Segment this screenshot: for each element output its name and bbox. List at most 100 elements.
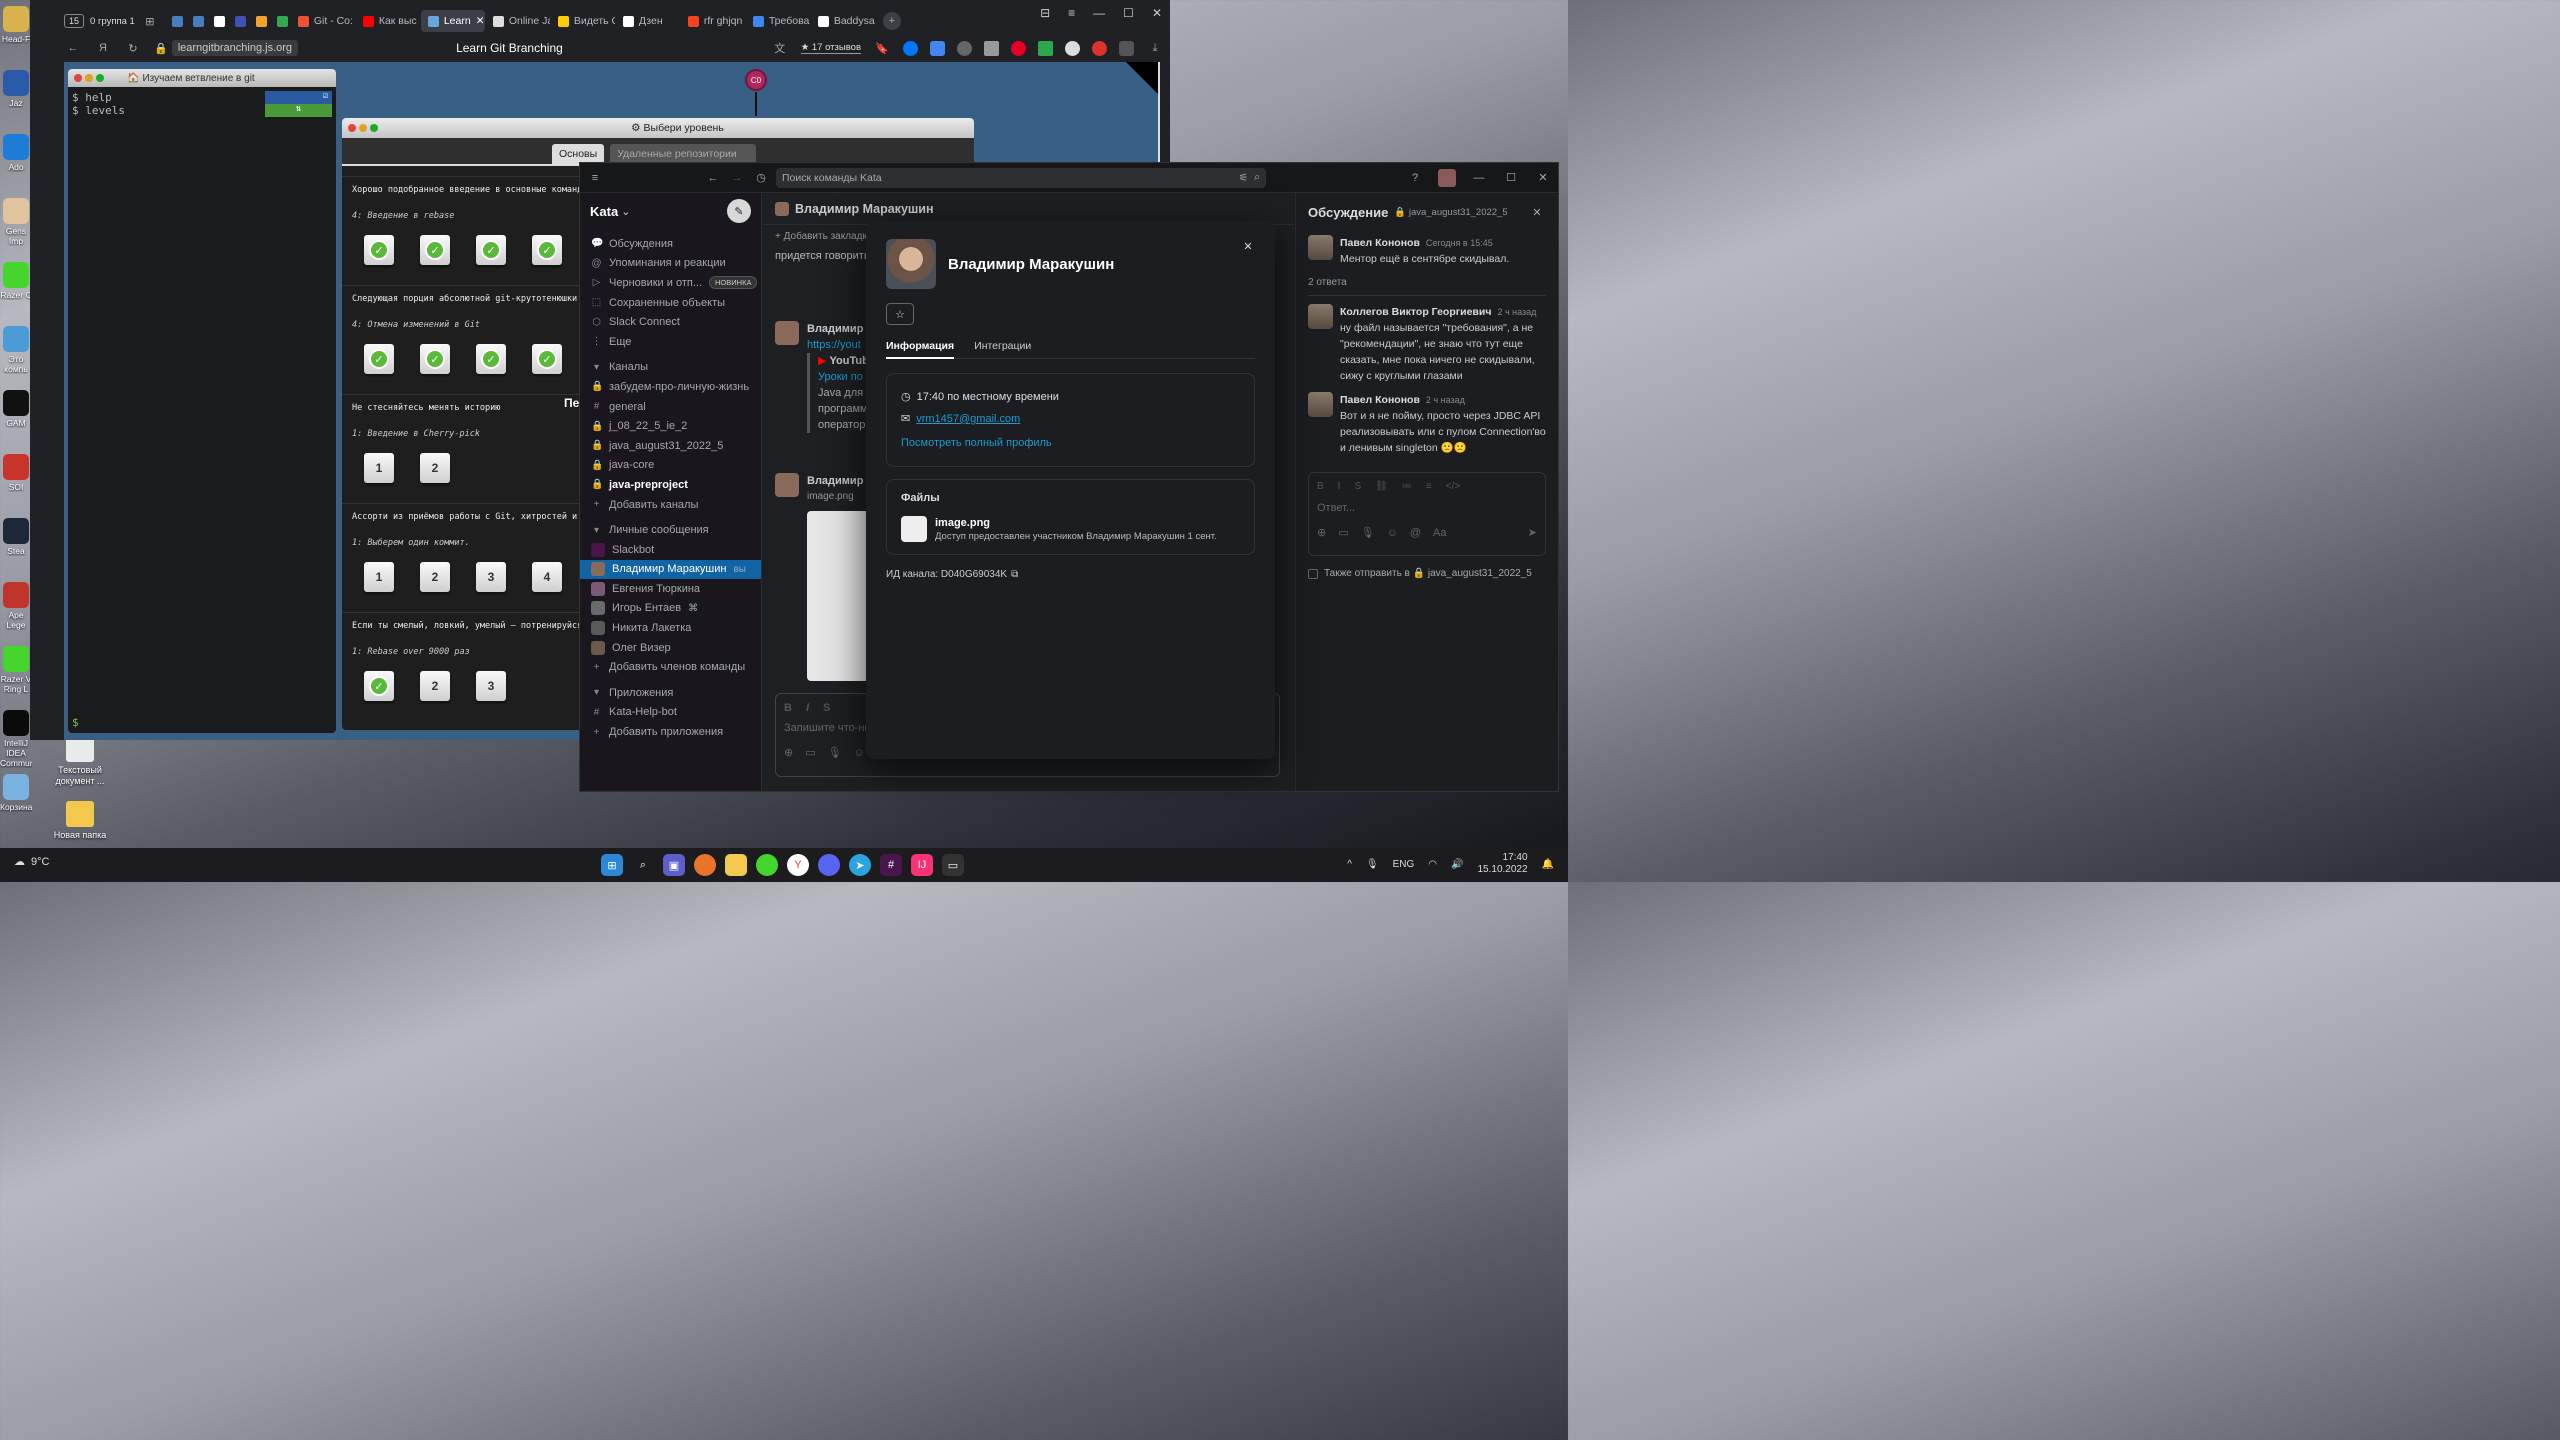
- thread-close-icon[interactable]: ✕: [1528, 203, 1546, 221]
- new-tab-icon[interactable]: +: [882, 12, 901, 30]
- browser-tab[interactable]: rfr ghjqn: [681, 10, 745, 32]
- message-time[interactable]: 2 ч назад: [1426, 395, 1465, 405]
- extensions-icon[interactable]: [1119, 40, 1134, 56]
- mic-tray-icon[interactable]: 🎙: [1366, 859, 1379, 870]
- file-name[interactable]: image.png: [935, 517, 1217, 529]
- tab-info[interactable]: Информация: [886, 335, 955, 359]
- sidebar-nav-item[interactable]: ⬚ Сохраненные объекты: [580, 293, 761, 313]
- slack-maximize-icon[interactable]: ☐: [1502, 169, 1520, 187]
- dialog-zoom-dot[interactable]: [370, 124, 378, 132]
- url-text[interactable]: learngitbranching.js.org: [171, 40, 299, 56]
- browser-tab[interactable]: [165, 10, 185, 32]
- app-orange-icon[interactable]: [694, 854, 716, 876]
- level-button[interactable]: 2: [420, 453, 450, 483]
- sidebar-channel[interactable]: 🔒 java-core: [580, 456, 761, 476]
- apps-header[interactable]: Приложения: [609, 687, 673, 699]
- channels-header[interactable]: Каналы: [609, 361, 648, 373]
- desktop-icon[interactable]: IntelliJ IDEA Communi...: [0, 710, 32, 768]
- thread-reply-box[interactable]: B I S ⛓ ≔ ≡ </> Ответ... ⊕ ▭ 🎙 ☺ @ Aa ➤: [1308, 472, 1546, 556]
- browser-tab[interactable]: Baddysa: [811, 10, 875, 32]
- yandex-icon[interactable]: Я: [94, 39, 112, 57]
- close-icon[interactable]: ✕: [1152, 6, 1162, 20]
- chart-ext-icon[interactable]: [1038, 40, 1053, 56]
- mention-icon[interactable]: @: [1410, 527, 1421, 539]
- link-icon[interactable]: ⛓: [1375, 481, 1388, 492]
- sidebar-nav-item[interactable]: @ Упоминания и реакции: [580, 254, 761, 274]
- globe-ext-icon[interactable]: [957, 40, 972, 56]
- sidebar-dm[interactable]: Олег Визер: [580, 638, 761, 658]
- message-time[interactable]: Сегодня в 15:45: [1426, 238, 1493, 248]
- desktop-icon[interactable]: Razer C: [0, 262, 32, 300]
- nav-forward-icon[interactable]: →: [728, 169, 746, 187]
- emoji-icon[interactable]: ☺: [1387, 527, 1398, 539]
- sidebar-channel[interactable]: + Добавить каналы: [580, 495, 761, 515]
- browser-tab[interactable]: Learn ✕: [420, 10, 485, 32]
- explorer-icon[interactable]: [725, 854, 747, 876]
- back-icon[interactable]: ←: [64, 39, 82, 57]
- reviews-badge[interactable]: ★ 17 отзывов: [800, 42, 861, 54]
- level-button[interactable]: 2: [420, 671, 450, 701]
- channel-title[interactable]: Владимир Маракушин: [795, 202, 934, 216]
- menu-icon[interactable]: ≡: [1068, 6, 1075, 20]
- sidebar-app[interactable]: # Kata-Help-bot: [580, 703, 761, 723]
- corner-ribbon[interactable]: [1126, 62, 1160, 96]
- discord-icon[interactable]: [818, 854, 840, 876]
- code-icon[interactable]: </>: [1446, 481, 1460, 492]
- level-button[interactable]: ✓: [476, 344, 506, 374]
- download-icon[interactable]: ⤓: [1146, 39, 1164, 57]
- terminal-prompt[interactable]: $: [72, 716, 79, 729]
- video-icon[interactable]: ▭: [1338, 526, 1348, 539]
- browser-tab[interactable]: [207, 10, 227, 32]
- copy-icon[interactable]: ⧉: [1011, 569, 1018, 580]
- nav-back-icon[interactable]: ←: [704, 169, 722, 187]
- bold-icon[interactable]: B: [1317, 481, 1324, 492]
- bold-icon[interactable]: B: [784, 702, 792, 714]
- user-avatar[interactable]: [1438, 168, 1456, 187]
- send-icon[interactable]: ➤: [1528, 526, 1537, 539]
- level-button[interactable]: 3: [476, 562, 506, 592]
- sphere-ext-icon[interactable]: [1065, 40, 1080, 56]
- bookmarks-mgr-icon[interactable]: ⊟: [1040, 6, 1050, 20]
- strike-icon[interactable]: S: [1354, 481, 1361, 492]
- slack-close-icon[interactable]: ✕: [1534, 169, 1552, 187]
- level-button[interactable]: 1: [364, 562, 394, 592]
- minimize-icon[interactable]: —: [1093, 6, 1105, 20]
- browser-tab[interactable]: Online Ja: [486, 10, 550, 32]
- lang-indicator[interactable]: ENG: [1393, 859, 1415, 870]
- vk-ext-icon[interactable]: [903, 40, 918, 56]
- olist-icon[interactable]: ≡: [1426, 481, 1432, 492]
- desktop-icon[interactable]: Новая папка: [50, 801, 110, 841]
- adblock-ext-icon[interactable]: [1092, 40, 1107, 56]
- search-icon[interactable]: ⌕: [632, 854, 654, 876]
- level-button[interactable]: ✓: [476, 235, 506, 265]
- level-button[interactable]: ✓: [532, 235, 562, 265]
- zoom-dot[interactable]: [96, 74, 104, 82]
- tab-integrations[interactable]: Интеграции: [974, 335, 1031, 359]
- sidebar-dm[interactable]: Никита Лакетка: [580, 618, 761, 638]
- sidebar-channel[interactable]: 🔒 j_08_22_5_ie_2: [580, 416, 761, 436]
- message-author[interactable]: Коллегов Виктор Георгиевич: [1340, 306, 1491, 318]
- sidebar-channel[interactable]: 🔒 забудем-про-личную-жизнь: [580, 377, 761, 397]
- sidebar-nav-item[interactable]: ⋮ Еще: [580, 332, 761, 352]
- sidebar-nav-item[interactable]: 💬 Обсуждения: [580, 234, 761, 254]
- terminal-taskbar-icon[interactable]: ▭: [942, 854, 964, 876]
- level-button[interactable]: ✓: [532, 344, 562, 374]
- level-button[interactable]: ✓: [364, 235, 394, 265]
- tray-expand-icon[interactable]: ^: [1347, 859, 1352, 870]
- italic-icon[interactable]: I: [1338, 481, 1341, 492]
- thread-channel[interactable]: java_august31_2022_5: [1409, 207, 1508, 218]
- bookmark-icon[interactable]: 🔖: [873, 39, 891, 57]
- reload-icon[interactable]: ↻: [124, 39, 142, 57]
- volume-icon[interactable]: 🔊: [1451, 859, 1463, 870]
- level-button[interactable]: 3: [476, 671, 506, 701]
- mic-icon[interactable]: 🎙: [1361, 526, 1375, 539]
- format-icon[interactable]: Aa: [1433, 527, 1446, 539]
- desktop-icon[interactable]: Razer V Ring L: [0, 646, 32, 694]
- translate-icon[interactable]: 文: [771, 39, 789, 57]
- desktop-icon[interactable]: Stea: [0, 518, 32, 556]
- strike-icon[interactable]: S: [823, 702, 830, 714]
- weather-temp[interactable]: 9°C: [31, 856, 49, 868]
- close-dot[interactable]: [74, 74, 82, 82]
- level-button[interactable]: ✓: [420, 235, 450, 265]
- commit-node[interactable]: C0: [745, 69, 767, 91]
